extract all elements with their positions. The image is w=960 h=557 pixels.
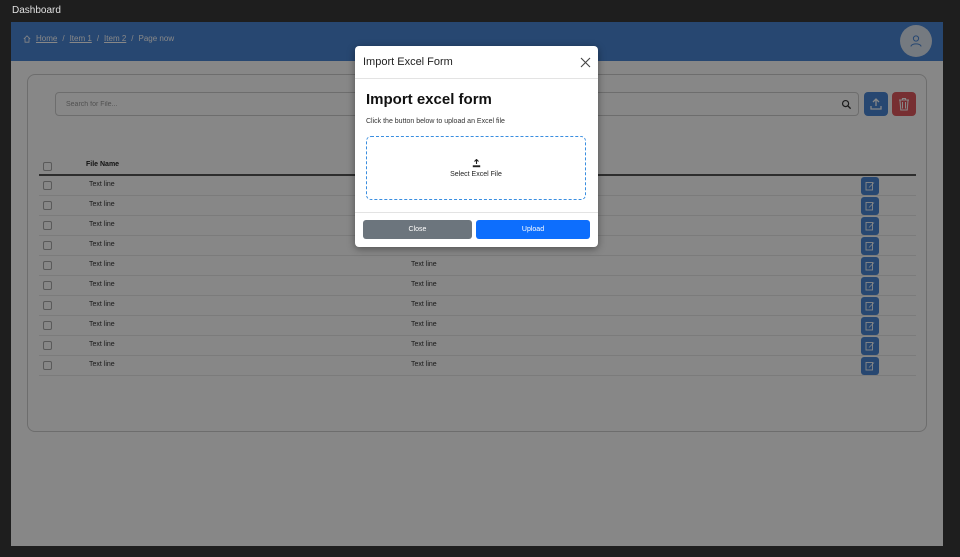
window-title: Dashboard xyxy=(12,5,61,16)
file-dropzone[interactable]: Select Excel File xyxy=(366,136,586,200)
modal-footer: Close Upload xyxy=(355,212,598,247)
dropzone-label: Select Excel File xyxy=(450,170,502,178)
modal-title: Import Excel Form xyxy=(363,56,453,68)
upload-icon xyxy=(472,158,480,167)
modal-heading: Import excel form xyxy=(366,91,492,108)
close-icon[interactable] xyxy=(580,57,591,68)
modal-description: Click the button below to upload an Exce… xyxy=(366,118,505,125)
close-button[interactable]: Close xyxy=(363,220,472,239)
upload-submit-button[interactable]: Upload xyxy=(476,220,590,239)
import-excel-modal: Import Excel Form Import excel form Clic… xyxy=(355,46,598,247)
modal-header: Import Excel Form xyxy=(355,46,598,79)
app-window: Home / Item 1 / Item 2 / Page now File N… xyxy=(11,22,943,546)
